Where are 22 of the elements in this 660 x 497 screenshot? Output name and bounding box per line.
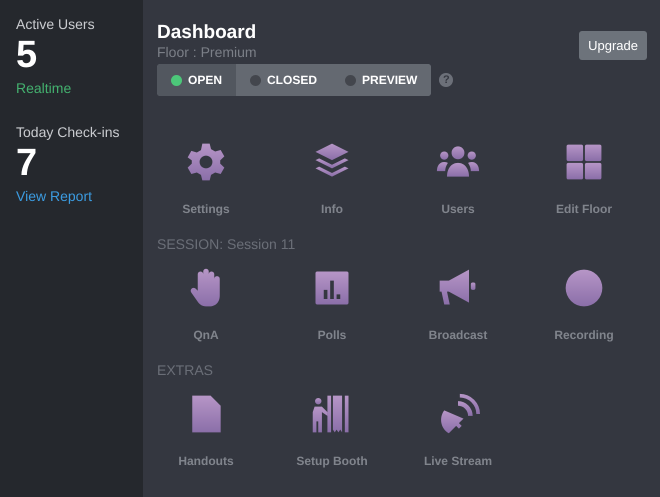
- tile-label[interactable]: Broadcast: [428, 328, 488, 342]
- stat-link[interactable]: View Report: [16, 188, 92, 204]
- tile-label[interactable]: Live Stream: [424, 454, 492, 468]
- tile-label[interactable]: Settings: [182, 202, 230, 216]
- upgrade-button[interactable]: Upgrade: [579, 31, 647, 60]
- tile-label[interactable]: Handouts: [178, 454, 234, 468]
- stat-label: Today Check-ins: [16, 124, 120, 140]
- tile-label[interactable]: Info: [321, 202, 343, 216]
- tile-label[interactable]: QnA: [193, 328, 219, 342]
- tile-label[interactable]: Setup Booth: [296, 454, 368, 468]
- stat-value: 7: [16, 141, 38, 186]
- status-tab[interactable]: OPEN: [157, 64, 236, 96]
- page-subtitle: Floor : Premium: [157, 44, 257, 60]
- tile-label[interactable]: Polls: [318, 328, 346, 342]
- tile-label[interactable]: Edit Floor: [556, 202, 612, 216]
- tile-label[interactable]: Users: [441, 202, 475, 216]
- stat-value: 5: [16, 33, 38, 78]
- stat-link[interactable]: Realtime: [16, 80, 72, 96]
- help-icon[interactable]: ?: [439, 73, 454, 87]
- stat-label: Active Users: [16, 16, 95, 32]
- tile-label[interactable]: Recording: [554, 328, 614, 342]
- page-title: Dashboard: [157, 22, 257, 44]
